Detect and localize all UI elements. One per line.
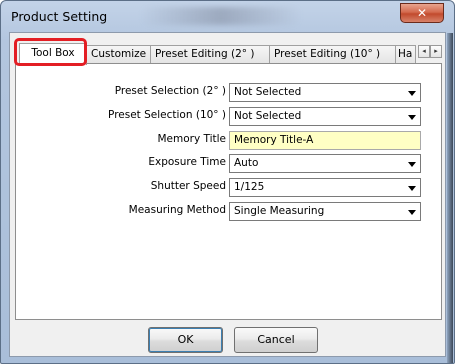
shutter-speed-value: 1/125: [234, 181, 265, 193]
title-bar[interactable]: Product Setting ✕: [1, 1, 454, 33]
exposure-time-dropdown[interactable]: Auto: [229, 154, 421, 173]
preset-selection-2-label: Preset Selection (2° ): [114, 85, 226, 97]
memory-title-input[interactable]: Memory Title-A: [229, 131, 421, 150]
shutter-speed-label: Shutter Speed: [150, 180, 226, 192]
preset-selection-10-value: Not Selected: [234, 110, 302, 122]
chevron-down-icon[interactable]: [408, 91, 416, 96]
memory-title-value: Memory Title-A: [234, 134, 314, 146]
exposure-time-label: Exposure Time: [148, 156, 226, 168]
preset-selection-10-dropdown[interactable]: Not Selected: [229, 107, 421, 126]
chevron-down-icon[interactable]: [408, 162, 416, 167]
tool-box-tab-highlight: [14, 38, 87, 66]
tool-box-panel: Preset Selection (2° ) Not Selected Pres…: [15, 63, 442, 320]
shutter-speed-dropdown[interactable]: 1/125: [229, 178, 421, 197]
window-right-edge: [447, 33, 453, 363]
tab-scroll-left-icon[interactable]: ◂: [418, 45, 430, 58]
preset-selection-2-row: Preset Selection (2° ) Not Selected: [16, 83, 443, 102]
tab-preset-editing-10[interactable]: Preset Editing (10° ): [269, 45, 396, 64]
preset-selection-2-value: Not Selected: [234, 86, 302, 98]
measuring-method-dropdown[interactable]: Single Measuring: [229, 202, 421, 221]
ok-button[interactable]: OK: [148, 327, 223, 353]
preset-selection-2-dropdown[interactable]: Not Selected: [229, 83, 421, 102]
dialog-client-area: Tool Box Customize Preset Editing (2° ) …: [9, 32, 446, 357]
measuring-method-label: Measuring Method: [128, 204, 226, 216]
tab-scroll-right-icon[interactable]: ▸: [430, 45, 442, 58]
preset-selection-10-label: Preset Selection (10° ): [108, 109, 226, 121]
chevron-down-icon[interactable]: [408, 186, 416, 191]
tab-preset-editing-2[interactable]: Preset Editing (2° ): [150, 45, 270, 64]
dialog-window: Product Setting ✕ Tool Box Customize Pre…: [0, 0, 455, 364]
tab-ha-truncated[interactable]: Ha: [395, 45, 416, 64]
chevron-down-icon[interactable]: [408, 210, 416, 215]
exposure-time-row: Exposure Time Auto: [16, 154, 443, 173]
memory-title-label: Memory Title: [157, 133, 226, 145]
measuring-method-row: Measuring Method Single Measuring: [16, 202, 443, 221]
preset-selection-10-row: Preset Selection (10° ) Not Selected: [16, 107, 443, 126]
cancel-button[interactable]: Cancel: [234, 327, 318, 353]
tab-customize[interactable]: Customize: [86, 45, 151, 64]
measuring-method-value: Single Measuring: [234, 205, 325, 217]
exposure-time-value: Auto: [234, 157, 259, 169]
memory-title-row: Memory Title Memory Title-A: [16, 131, 443, 150]
title-bar-blur: [141, 7, 301, 25]
chevron-down-icon[interactable]: [408, 115, 416, 120]
shutter-speed-row: Shutter Speed 1/125: [16, 178, 443, 197]
window-title: Product Setting: [11, 9, 108, 24]
close-button[interactable]: ✕: [400, 3, 444, 23]
